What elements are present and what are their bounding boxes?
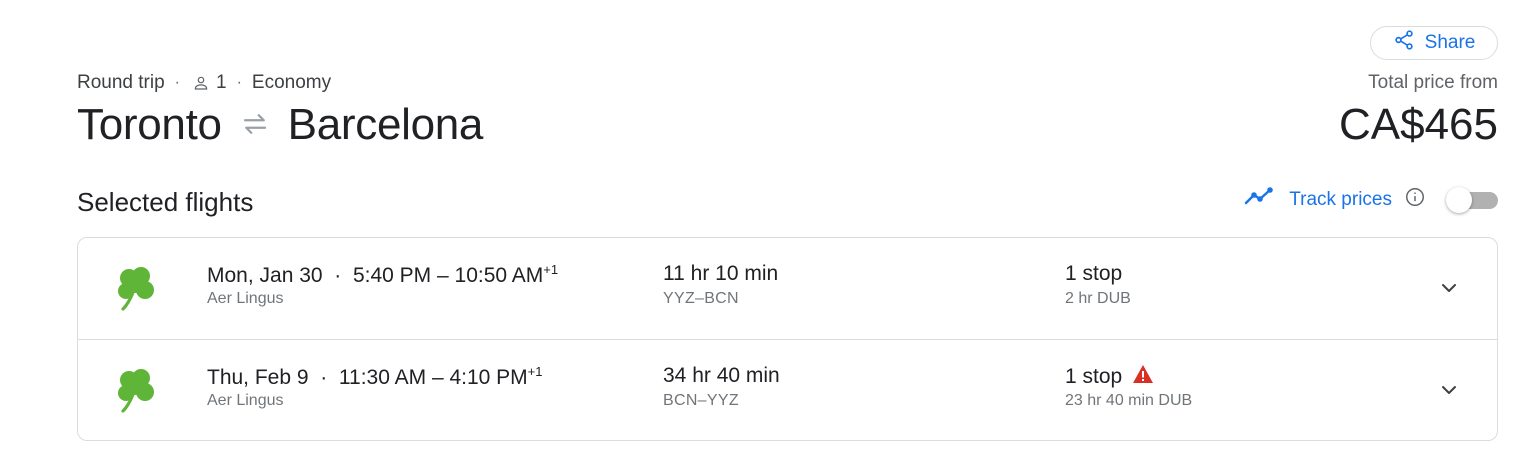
- flight-duration: 34 hr 40 min: [663, 364, 780, 387]
- separator-dot: ·: [174, 74, 180, 91]
- stops-info: 1 stop: [1065, 364, 1154, 390]
- price-label: Total price from: [1368, 72, 1498, 93]
- expand-chevron-icon[interactable]: [1437, 276, 1461, 300]
- time-dash: –: [437, 264, 455, 287]
- cabin-class: Economy: [251, 72, 332, 93]
- layover-info: 23 hr 40 min DUB: [1065, 392, 1193, 409]
- toggle-knob: [1446, 186, 1472, 213]
- flight-summary-page: Share Round trip · 1 · Economy Toronto B…: [0, 0, 1536, 459]
- trip-type: Round trip: [77, 72, 165, 93]
- flight-date: Mon, Jan 30: [207, 264, 323, 287]
- flight-times: Mon, Jan 30 · 5:40 PM – 10:50 AM+1: [207, 262, 558, 288]
- separator-dot: ·: [236, 74, 242, 91]
- stops-count: 1 stop: [1065, 262, 1123, 285]
- track-prices-label[interactable]: Track prices: [1289, 189, 1392, 211]
- share-button[interactable]: Share: [1370, 26, 1498, 60]
- shamrock-logo-icon: [110, 262, 162, 314]
- departure-time: 11:30 AM: [338, 366, 427, 389]
- selected-flights-list: Mon, Jan 30 · 5:40 PM – 10:50 AM+1 Aer L…: [77, 237, 1498, 441]
- separator-dot: ·: [314, 366, 334, 389]
- track-prices: Track prices: [1243, 186, 1498, 213]
- stops-info: 1 stop: [1065, 262, 1122, 286]
- shamrock-logo-icon: [110, 364, 162, 416]
- track-prices-toggle[interactable]: [1446, 186, 1498, 213]
- day-offset: +1: [543, 262, 559, 277]
- info-icon[interactable]: [1404, 186, 1426, 213]
- airline-name: Aer Lingus: [207, 290, 284, 307]
- warning-icon[interactable]: [1132, 364, 1154, 390]
- section-title: Selected flights: [77, 187, 254, 217]
- destination-city: Barcelona: [287, 100, 484, 149]
- flight-times: Thu, Feb 9 · 11:30 AM – 4:10 PM+1: [207, 364, 543, 390]
- share-label: Share: [1424, 32, 1476, 53]
- origin-city: Toronto: [77, 100, 222, 149]
- arrival-time: 4:10 PM: [449, 366, 528, 389]
- airline-name: Aer Lingus: [207, 392, 284, 409]
- passenger-count: 1: [216, 72, 227, 93]
- flight-row-outbound[interactable]: Mon, Jan 30 · 5:40 PM – 10:50 AM+1 Aer L…: [78, 238, 1497, 339]
- share-icon: [1393, 29, 1415, 57]
- flight-airports: BCN–YYZ: [663, 392, 739, 409]
- flight-airports: YYZ–BCN: [663, 290, 739, 307]
- expand-chevron-icon[interactable]: [1437, 378, 1461, 402]
- trip-meta: Round trip · 1 · Economy: [77, 72, 331, 94]
- person-icon: [192, 74, 210, 92]
- time-dash: –: [431, 366, 450, 389]
- layover-info: 2 hr DUB: [1065, 290, 1131, 307]
- departure-time: 5:40 PM: [352, 264, 432, 287]
- day-offset: +1: [527, 364, 543, 379]
- arrival-time: 10:50 AM: [454, 264, 544, 287]
- flight-row-return[interactable]: Thu, Feb 9 · 11:30 AM – 4:10 PM+1 Aer Li…: [78, 339, 1497, 440]
- round-trip-arrows-icon: [240, 100, 270, 150]
- flight-date: Thu, Feb 9: [207, 366, 309, 389]
- separator-dot: ·: [328, 264, 348, 287]
- route-title: Toronto Barcelona: [77, 100, 483, 150]
- total-price: CA$465: [1338, 100, 1498, 149]
- trend-line-icon: [1243, 186, 1277, 213]
- stops-count: 1 stop: [1065, 365, 1123, 388]
- flight-duration: 11 hr 10 min: [663, 262, 779, 285]
